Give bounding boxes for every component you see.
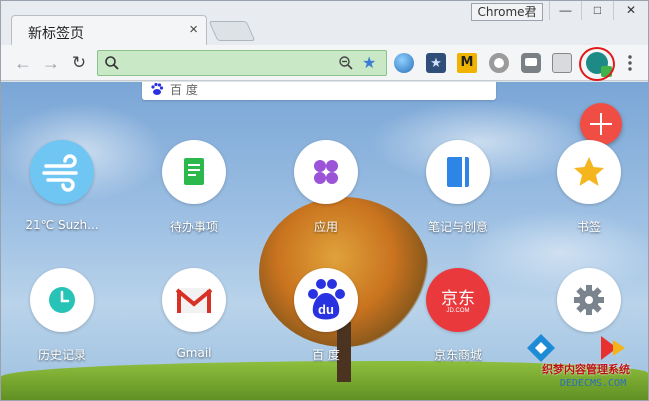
baidu-paw-icon xyxy=(150,82,164,99)
search-placeholder: 百 度 xyxy=(170,83,198,97)
highlight-ring xyxy=(579,47,615,81)
tile-label: 京东商城 xyxy=(433,348,482,362)
new-tab-page: 百 度 21℃ Suzh... 待办事项 应用 笔记与创意 书签 历史记录 Gm… xyxy=(1,82,648,400)
globe-extension-icon[interactable] xyxy=(394,53,414,73)
tile-todo[interactable]: 待办事项 xyxy=(139,140,249,260)
weather-wind-icon xyxy=(30,140,94,204)
tile-bookmarks[interactable]: 书签 xyxy=(534,140,644,260)
browser-toolbar: ← → ↻ ★ ★ M xyxy=(1,45,648,81)
todo-icon xyxy=(162,140,226,204)
tile-gmail[interactable]: Gmail xyxy=(139,268,249,388)
baidu-search-box[interactable]: 百 度 xyxy=(142,82,496,100)
plug-extension-icon[interactable] xyxy=(552,53,572,73)
apps-icon xyxy=(294,140,358,204)
gmail-icon xyxy=(162,268,226,332)
tab-close-icon[interactable]: × xyxy=(189,22,198,38)
tab-new-tab[interactable]: 新标签页 × xyxy=(11,15,207,45)
notes-icon xyxy=(426,140,490,204)
jd-logo-text: 京东 xyxy=(441,289,475,309)
jd-icon: 京东 JD.COM xyxy=(426,268,490,332)
tile-label: 历史记录 xyxy=(37,348,86,362)
tile-label: 百 度 xyxy=(312,348,340,362)
zoom-out-icon[interactable] xyxy=(338,55,354,74)
maximize-button[interactable]: □ xyxy=(581,1,613,20)
new-tab-button[interactable] xyxy=(208,21,256,41)
address-bar[interactable]: ★ xyxy=(97,50,387,76)
tile-label: 21℃ Suzh... xyxy=(25,218,99,232)
tile-baidu[interactable]: du 百 度 xyxy=(271,268,381,388)
menu-dots-icon[interactable] xyxy=(623,53,637,73)
tile-label: 笔记与创意 xyxy=(427,220,488,234)
m-extension-icon[interactable]: M xyxy=(457,53,477,73)
svg-text:du: du xyxy=(318,302,334,317)
minimize-button[interactable]: — xyxy=(549,1,581,20)
tile-label: 应用 xyxy=(313,220,338,234)
browser-window: 新标签页 × Chrome君 — □ ✕ ← → ↻ ★ ★ M 百 度 21℃… xyxy=(0,0,649,401)
jd-logo-subtext: JD.COM xyxy=(446,308,470,314)
settings-gear-icon xyxy=(557,268,621,332)
tab-strip: 新标签页 × Chrome君 — □ ✕ xyxy=(1,1,648,45)
search-icon xyxy=(104,55,120,74)
circle-extension-icon[interactable] xyxy=(489,53,509,73)
tile-apps[interactable]: 应用 xyxy=(271,140,381,260)
add-shortcut-button[interactable] xyxy=(580,103,622,145)
profile-name-chip[interactable]: Chrome君 xyxy=(471,3,543,21)
back-button[interactable]: ← xyxy=(11,51,35,75)
tile-weather[interactable]: 21℃ Suzh... xyxy=(7,140,117,260)
box-extension-icon[interactable] xyxy=(521,53,541,73)
watermark-url: DEDECMS.COM xyxy=(559,378,627,389)
forward-button[interactable]: → xyxy=(39,51,63,75)
bookmark-star-extension-icon[interactable]: ★ xyxy=(426,53,446,73)
tile-label: Gmail xyxy=(176,346,212,360)
tile-history[interactable]: 历史记录 xyxy=(7,268,117,388)
tile-label: 书签 xyxy=(576,220,601,234)
baidu-icon: du xyxy=(294,268,358,332)
bookmark-star-icon[interactable]: ★ xyxy=(362,53,376,73)
history-clock-icon xyxy=(30,268,94,332)
tile-notes[interactable]: 笔记与创意 xyxy=(403,140,513,260)
close-window-button[interactable]: ✕ xyxy=(613,1,648,20)
tile-label: 待办事项 xyxy=(169,220,218,234)
watermark-title: 织梦内容管理系统 xyxy=(542,363,630,376)
reload-button[interactable]: ↻ xyxy=(67,51,91,75)
tab-title: 新标签页 xyxy=(28,26,84,42)
tile-jd[interactable]: 京东 JD.COM 京东商城 xyxy=(403,268,513,388)
bookmark-star-icon xyxy=(557,140,621,204)
